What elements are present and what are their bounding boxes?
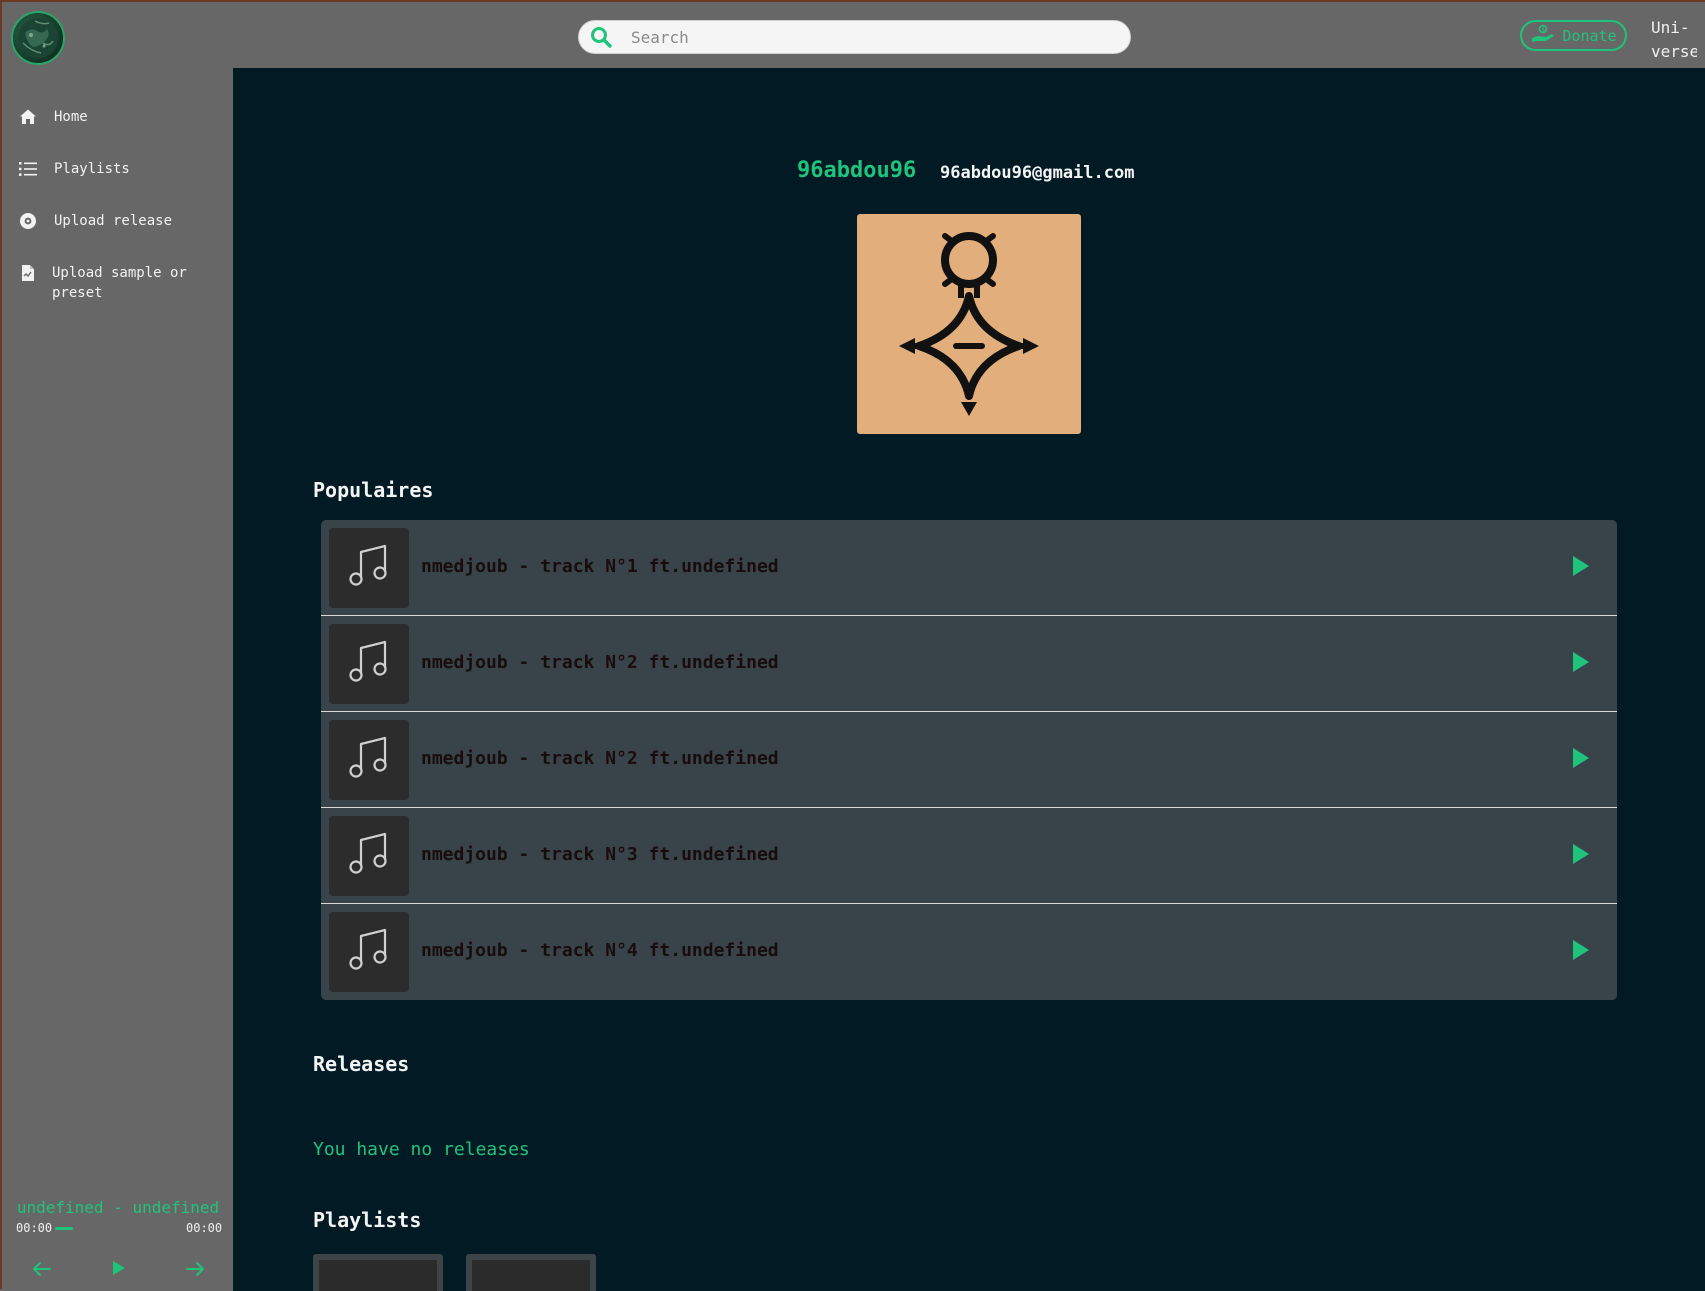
track-title: nmedjoub - track N°3 ft.undefined	[421, 844, 779, 865]
track-play-button[interactable]	[1569, 940, 1593, 964]
disc-icon	[18, 211, 38, 231]
sidebar-item-upload-release[interactable]: Upload release	[18, 211, 214, 231]
no-releases-message: You have no releases	[313, 1139, 530, 1160]
track-thumbnail	[329, 624, 409, 704]
arrow-right-icon	[186, 1261, 204, 1280]
app-window: $ Donate Uni- verse Home	[0, 0, 1705, 1291]
playlists-section-title: Playlists	[313, 1208, 422, 1232]
list-icon	[18, 159, 38, 179]
track-title: nmedjoub - track N°1 ft.undefined	[421, 556, 779, 577]
playlist-thumbnail	[319, 1260, 437, 1291]
popular-section-title: Populaires	[313, 478, 434, 502]
track-row[interactable]: nmedjoub - track N°4 ft.undefined	[321, 904, 1617, 1000]
track-title: nmedjoub - track N°2 ft.undefined	[421, 652, 779, 673]
playlist-thumbnail	[472, 1260, 590, 1291]
track-title: nmedjoub - track N°2 ft.undefined	[421, 748, 779, 769]
globe-logo-icon[interactable]	[11, 11, 65, 65]
track-thumbnail	[329, 816, 409, 896]
svg-text:$: $	[1542, 26, 1546, 33]
sidebar-item-label: Upload sample or preset	[52, 265, 187, 301]
track-thumbnail	[329, 912, 409, 992]
track-row[interactable]: nmedjoub - track N°2 ft.undefined	[321, 712, 1617, 808]
playlist-card[interactable]	[313, 1254, 443, 1291]
track-row[interactable]: nmedjoub - track N°1 ft.undefined	[321, 520, 1617, 616]
profile-email: 96abdou96@gmail.com	[940, 163, 1135, 183]
music-note-icon	[345, 734, 393, 786]
profile-username: 96abdou96	[797, 158, 917, 183]
search-icon[interactable]	[588, 24, 614, 50]
file-upload-icon	[18, 263, 38, 283]
music-note-icon	[345, 542, 393, 594]
track-row[interactable]: nmedjoub - track N°3 ft.undefined	[321, 808, 1617, 904]
sidebar-item-home[interactable]: Home	[18, 107, 214, 127]
play-icon	[1572, 651, 1590, 677]
player-duration: 00:00	[186, 1221, 223, 1235]
music-note-icon	[345, 830, 393, 882]
player-progress-bar[interactable]	[55, 1227, 73, 1230]
donate-button[interactable]: $ Donate	[1520, 20, 1627, 51]
play-pause-button[interactable]	[107, 1258, 131, 1282]
play-icon	[1572, 747, 1590, 773]
player-current-time: 00:00	[16, 1221, 53, 1235]
track-thumbnail	[329, 720, 409, 800]
tifinagh-yaz-symbol-icon	[899, 232, 1039, 416]
search-bar[interactable]	[578, 20, 1131, 54]
track-play-button[interactable]	[1569, 844, 1593, 868]
sidebar-item-label: Home	[54, 109, 88, 125]
releases-section-title: Releases	[313, 1052, 410, 1076]
profile-avatar[interactable]	[857, 214, 1081, 434]
player-track-title: undefined - undefined	[16, 1198, 220, 1217]
hand-coin-icon: $	[1530, 24, 1556, 48]
sidebar-item-label: Upload release	[54, 213, 173, 229]
sidebar-item-playlists[interactable]: Playlists	[18, 159, 214, 179]
search-input[interactable]	[629, 26, 1113, 48]
sidebar-item-label: Playlists	[54, 161, 130, 177]
main-content: 96abdou96 96abdou96@gmail.com Populaires…	[233, 68, 1705, 1291]
previous-button[interactable]	[30, 1258, 54, 1282]
sidebar-item-upload-sample[interactable]: Upload sample or preset	[18, 263, 212, 303]
track-thumbnail	[329, 528, 409, 608]
track-title: nmedjoub - track N°4 ft.undefined	[421, 940, 779, 961]
universe-label[interactable]: Uni- verse	[1651, 16, 1697, 66]
music-note-icon	[345, 926, 393, 978]
track-play-button[interactable]	[1569, 652, 1593, 676]
music-note-icon	[345, 638, 393, 690]
playlist-card[interactable]	[466, 1254, 596, 1291]
home-icon	[18, 107, 38, 127]
play-icon	[112, 1260, 126, 1280]
play-icon	[1572, 939, 1590, 965]
play-icon	[1572, 555, 1590, 581]
track-play-button[interactable]	[1569, 556, 1593, 580]
track-row[interactable]: nmedjoub - track N°2 ft.undefined	[321, 616, 1617, 712]
track-play-button[interactable]	[1569, 748, 1593, 772]
play-icon	[1572, 843, 1590, 869]
next-button[interactable]	[183, 1258, 207, 1282]
popular-tracks-list: nmedjoub - track N°1 ft.undefined nmedjo…	[321, 520, 1617, 1000]
arrow-left-icon	[33, 1261, 51, 1280]
donate-label: Donate	[1562, 26, 1617, 45]
